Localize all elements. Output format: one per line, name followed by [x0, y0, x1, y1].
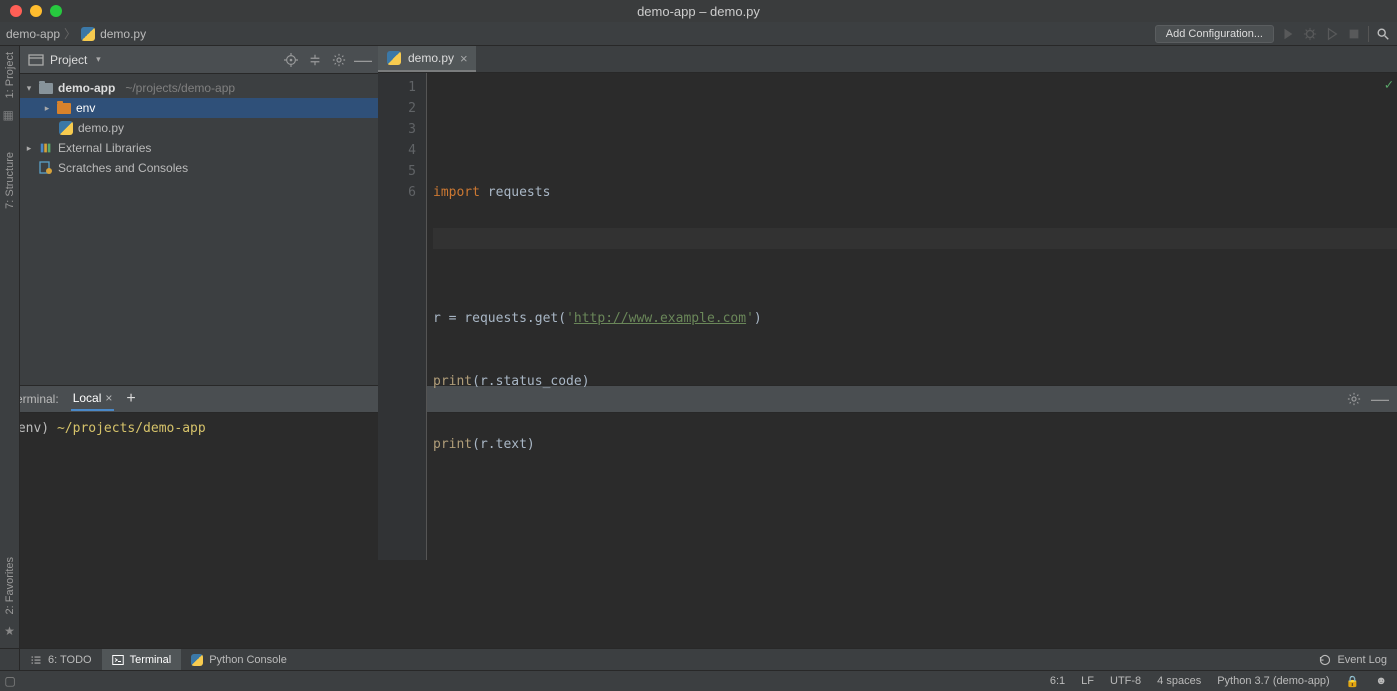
line-separator[interactable]: LF: [1081, 675, 1094, 688]
project-view-dropdown-icon[interactable]: ▾: [93, 54, 103, 65]
project-panel-title[interactable]: Project: [50, 53, 87, 67]
run-with-coverage-icon[interactable]: [1324, 26, 1340, 42]
editor-tab-label: demo.py: [408, 51, 454, 65]
folder-icon: [56, 100, 72, 116]
expand-arrow-icon[interactable]: ▸: [24, 143, 34, 154]
indent-settings[interactable]: 4 spaces: [1157, 675, 1201, 688]
terminal-tab-local[interactable]: Local×: [71, 387, 115, 411]
project-tree[interactable]: ▾ demo-app ~/projects/demo-app ▸ env dem…: [20, 74, 378, 385]
project-view-icon: [28, 52, 44, 68]
tree-item-label: env: [76, 101, 95, 115]
editor-area: demo.py × 123456 import requests r = req…: [378, 46, 1397, 385]
breadcrumb[interactable]: demo-app 〉 demo.py: [6, 25, 146, 42]
tree-item-demo-py[interactable]: demo.py: [20, 118, 378, 138]
inspection-ok-icon[interactable]: ✓: [1385, 77, 1393, 93]
folder-icon: [38, 80, 54, 96]
run-icon[interactable]: [1280, 26, 1296, 42]
inspector-icon[interactable]: ☻: [1375, 675, 1387, 688]
left-tool-rail: 1: Project ▦ 7: Structure: [0, 46, 20, 385]
python-file-icon: [386, 50, 402, 66]
tool-windows-toggle-icon[interactable]: ▢: [0, 671, 20, 691]
stop-icon[interactable]: [1346, 26, 1362, 42]
tree-item-label: demo.py: [78, 121, 124, 135]
project-tool-button[interactable]: 1: Project: [4, 52, 16, 98]
breadcrumb-project[interactable]: demo-app: [6, 27, 60, 41]
close-terminal-tab-icon[interactable]: ×: [105, 391, 112, 405]
caret-position[interactable]: 6:1: [1050, 675, 1065, 688]
breadcrumb-file[interactable]: demo.py: [100, 27, 146, 41]
navigation-bar: demo-app 〉 demo.py Add Configuration...: [0, 22, 1397, 46]
search-icon[interactable]: [1375, 26, 1391, 42]
expand-arrow-icon[interactable]: ▾: [24, 83, 34, 94]
tree-root-name: demo-app: [58, 81, 115, 95]
event-log-button[interactable]: Event Log: [1319, 654, 1397, 666]
code-content[interactable]: import requests r = requests.get('http:/…: [427, 73, 1397, 560]
debug-icon[interactable]: [1302, 26, 1318, 42]
python-file-icon: [58, 120, 74, 136]
python-file-icon: [80, 26, 96, 42]
terminal-settings-gear-icon[interactable]: [1347, 392, 1361, 406]
expand-arrow-icon[interactable]: ▸: [42, 103, 52, 114]
tree-item-label: Scratches and Consoles: [58, 161, 188, 175]
file-encoding[interactable]: UTF-8: [1110, 675, 1141, 688]
breadcrumb-separator: 〉: [64, 25, 76, 42]
hide-terminal-icon[interactable]: —: [1373, 392, 1387, 406]
left-rail-bottom: 2: Favorites ★: [0, 385, 20, 648]
window-title: demo-app – demo.py: [0, 4, 1397, 19]
python-console-tab[interactable]: Python Console: [181, 649, 297, 670]
favorites-star-icon: ★: [4, 624, 15, 638]
editor-tab-bar: demo.py ×: [378, 46, 1397, 73]
editor-tab-demo-py[interactable]: demo.py ×: [378, 46, 476, 72]
structure-tool-button[interactable]: 7: Structure: [4, 152, 16, 209]
python-interpreter[interactable]: Python 3.7 (demo-app): [1217, 675, 1330, 688]
project-rail-icon: ▦: [3, 108, 17, 122]
tree-item-scratches[interactable]: Scratches and Consoles: [20, 158, 378, 178]
add-configuration-button[interactable]: Add Configuration...: [1155, 25, 1274, 43]
code-editor[interactable]: 123456 import requests r = requests.get(…: [378, 73, 1397, 560]
hide-panel-icon[interactable]: —: [356, 53, 370, 67]
tree-item-external-libraries[interactable]: ▸ External Libraries: [20, 138, 378, 158]
close-tab-icon[interactable]: ×: [460, 51, 468, 66]
lock-icon[interactable]: 🔒: [1346, 675, 1360, 688]
bottom-tool-bar: 6: TODO Terminal Python Console Event Lo…: [0, 648, 1397, 670]
new-terminal-tab-button[interactable]: +: [126, 390, 135, 408]
line-gutter: 123456: [378, 73, 426, 560]
terminal-tab[interactable]: Terminal: [102, 649, 182, 670]
settings-gear-icon[interactable]: [332, 53, 346, 67]
window-titlebar: demo-app – demo.py: [0, 0, 1397, 22]
scratches-icon: [38, 160, 54, 176]
status-bar: ▢ 6:1 LF UTF-8 4 spaces Python 3.7 (demo…: [0, 670, 1397, 691]
locate-icon[interactable]: [284, 53, 298, 67]
favorites-tool-button[interactable]: 2: Favorites: [4, 557, 16, 614]
tree-root-path: ~/projects/demo-app: [125, 81, 235, 95]
tree-project-root[interactable]: ▾ demo-app ~/projects/demo-app: [20, 78, 378, 98]
project-panel: Project ▾ — ▾ demo-app ~/projects/demo-a…: [20, 46, 378, 385]
todo-tab[interactable]: 6: TODO: [20, 649, 102, 670]
tree-item-label: External Libraries: [58, 141, 151, 155]
expand-all-icon[interactable]: [308, 53, 322, 67]
library-icon: [38, 140, 54, 156]
tree-item-env[interactable]: ▸ env: [20, 98, 378, 118]
